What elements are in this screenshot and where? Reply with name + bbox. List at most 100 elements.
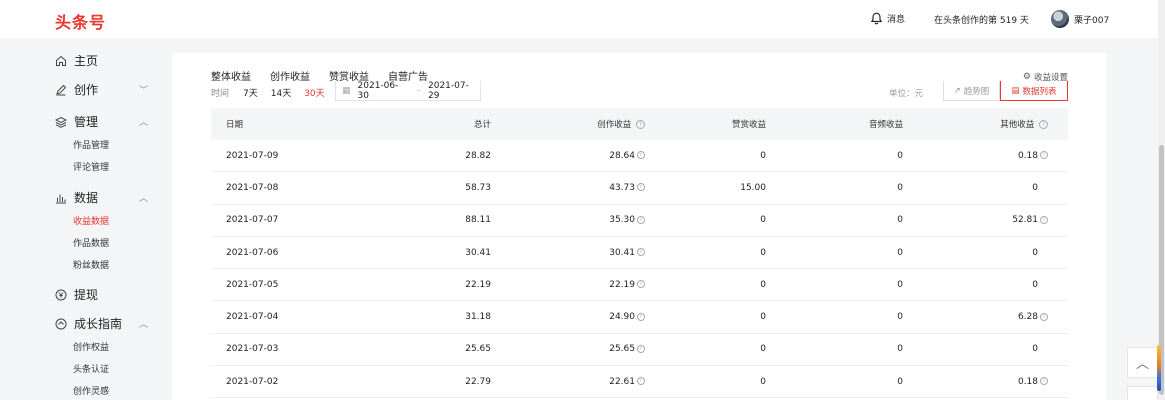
info-icon[interactable]: i <box>637 377 645 386</box>
cell-value: 25.65 <box>609 344 635 355</box>
sidebar-item-manage[interactable]: 管理 <box>54 113 98 130</box>
messages-label: 消息 <box>887 15 906 25</box>
sidebar-item-label: 管理 <box>74 115 99 129</box>
table-cell: 2021-07-04 <box>211 312 371 322</box>
cell-value: 0 <box>897 247 903 258</box>
user-menu[interactable]: 栗子007 <box>1051 10 1109 28</box>
cell-value: 15.00 <box>740 182 766 193</box>
table-cell: 30.41 <box>371 248 501 258</box>
table-cell: 30.41 i <box>501 248 645 258</box>
cell-value: 28.64 <box>609 150 635 161</box>
time-filter-label: 时间 <box>211 89 230 99</box>
info-icon[interactable]: i <box>637 312 645 321</box>
info-icon[interactable]: i <box>637 183 645 192</box>
cell-value: 22.19 <box>465 279 491 290</box>
back-to-top-button[interactable]: ︿ <box>1127 347 1158 378</box>
table-row: 2021-07-04 31.18 24.90 i 0 0 6.28 i <box>211 301 1068 334</box>
table-cell: 0 <box>776 344 913 354</box>
sidebar-subitem-fans-data[interactable]: 粉丝数据 <box>73 258 109 271</box>
unit-label: 单位：元 <box>889 89 924 99</box>
sidebar-item-label: 主页 <box>74 54 99 68</box>
info-icon[interactable]: i <box>1040 215 1048 224</box>
table-row: 2021-07-08 58.73 43.73 i 15.00 0 0 <box>211 172 1068 205</box>
info-icon[interactable]: i <box>1040 151 1048 160</box>
revenue-table: 日期 总计 创作收益 ? 赞赏收益 音频收益 其他收益 ? 2021-07-09… <box>211 108 1068 399</box>
data-list-button[interactable]: ▤ 数据列表 <box>1000 81 1068 101</box>
cell-value: 0 <box>760 312 766 323</box>
scrollbar[interactable] <box>1158 0 1165 400</box>
date-range-picker[interactable]: ▦ 2021-06-30 – 2021-07-29 <box>335 81 481 101</box>
top-bar: 头条号 消息 在头条创作的第 519 天 栗子007 <box>0 0 1158 38</box>
sidebar-subitem-works-data[interactable]: 作品数据 <box>73 236 109 249</box>
table-cell: 2021-07-05 <box>211 280 371 290</box>
info-icon[interactable]: i <box>637 344 645 353</box>
bell-icon <box>870 12 883 25</box>
info-icon[interactable]: i <box>637 215 645 224</box>
chevron-up-icon[interactable]: ︿ <box>139 317 148 330</box>
range-7-days[interactable]: 7天 <box>243 86 258 99</box>
table-cell: 0 <box>645 280 776 290</box>
header-other: 其他收益 ? <box>913 118 1048 130</box>
tab-overall-revenue[interactable]: 整体收益 <box>211 68 251 83</box>
table-cell: 22.61 i <box>501 377 645 387</box>
table-cell: 0 <box>913 344 1048 354</box>
table-cell: 0 <box>645 344 776 354</box>
sidebar-subitem-comments-manage[interactable]: 评论管理 <box>73 160 109 173</box>
header-creation: 创作收益 ? <box>501 118 645 130</box>
table-cell: 0 <box>645 215 776 225</box>
help-icon[interactable]: ? <box>636 120 645 129</box>
sidebar-item-create[interactable]: 创作 <box>54 81 98 98</box>
sidebar-item-label: 成长指南 <box>74 317 123 331</box>
table-cell: 28.82 <box>371 151 501 161</box>
chevron-up-icon[interactable]: ︿ <box>139 191 148 204</box>
cell-value: 43.73 <box>609 182 635 193</box>
table-cell: 0 <box>776 312 913 322</box>
range-30-days[interactable]: 30天 <box>304 86 324 99</box>
logo[interactable]: 头条号 <box>55 9 106 33</box>
sidebar-item-data[interactable]: 数据 <box>54 189 98 206</box>
main-panel: 整体收益 创作收益 赞赏收益 自营广告 ⚙ 收益设置 时间 7天 14天 30天… <box>172 53 1106 400</box>
help-float-button[interactable] <box>1127 386 1158 400</box>
range-14-days[interactable]: 14天 <box>271 86 291 99</box>
sidebar-subitem-verification[interactable]: 头条认证 <box>73 362 109 375</box>
chevron-down-icon[interactable]: ﹀ <box>139 83 148 96</box>
table-cell: 35.30 i <box>501 215 645 225</box>
cell-value: 30.41 <box>465 247 491 258</box>
sidebar-subitem-revenue-data[interactable]: 收益数据 <box>73 214 109 227</box>
date-start: 2021-06-30 <box>357 80 399 101</box>
sidebar-item-withdraw[interactable]: 提现 <box>54 286 98 303</box>
table-row: 2021-07-06 30.41 30.41 i 0 0 0 <box>211 237 1068 270</box>
info-icon[interactable]: i <box>637 280 645 289</box>
info-icon[interactable]: i <box>637 151 645 160</box>
table-cell: 0 <box>645 377 776 387</box>
avatar[interactable] <box>1051 10 1069 28</box>
sidebar-subitem-creator-rights[interactable]: 创作权益 <box>73 340 109 353</box>
cell-value: 0 <box>760 150 766 161</box>
sidebar-item-home[interactable]: 主页 <box>54 52 98 69</box>
info-icon[interactable]: i <box>637 248 645 257</box>
sidebar-item-growth[interactable]: 成长指南 <box>54 315 122 332</box>
info-icon[interactable]: i <box>1040 312 1048 321</box>
header-date: 日期 <box>226 120 244 130</box>
cell-value: 22.19 <box>609 279 635 290</box>
table-row: 2021-07-09 28.82 28.64 i 0 0 0.18 i <box>211 140 1068 173</box>
sidebar-subitem-inspiration[interactable]: 创作灵感 <box>73 384 109 397</box>
chevron-up-icon[interactable]: ︿ <box>139 115 148 128</box>
sidebar-subitem-works-manage[interactable]: 作品管理 <box>73 138 109 151</box>
coin-icon <box>54 288 67 301</box>
info-icon[interactable]: i <box>1040 377 1048 386</box>
table-header: 日期 总计 创作收益 ? 赞赏收益 音频收益 其他收益 ? <box>211 108 1068 140</box>
table-cell: 15.00 <box>645 183 776 193</box>
table-cell: 52.81 i <box>913 215 1048 225</box>
username[interactable]: 栗子007 <box>1074 13 1109 26</box>
header-tips-label: 赞赏收益 <box>731 120 766 130</box>
table-cell: 0 <box>645 312 776 322</box>
messages-button[interactable]: 消息 <box>870 12 905 25</box>
cell-value: 2021-07-03 <box>226 344 279 355</box>
sidebar-item-label: 提现 <box>74 288 99 302</box>
trend-chart-button[interactable]: ↗ 趋势图 <box>943 81 1000 101</box>
tab-creation-revenue[interactable]: 创作收益 <box>270 68 310 83</box>
cell-value: 0 <box>760 376 766 387</box>
table-cell: 0 <box>776 248 913 258</box>
help-icon[interactable]: ? <box>1039 120 1048 129</box>
